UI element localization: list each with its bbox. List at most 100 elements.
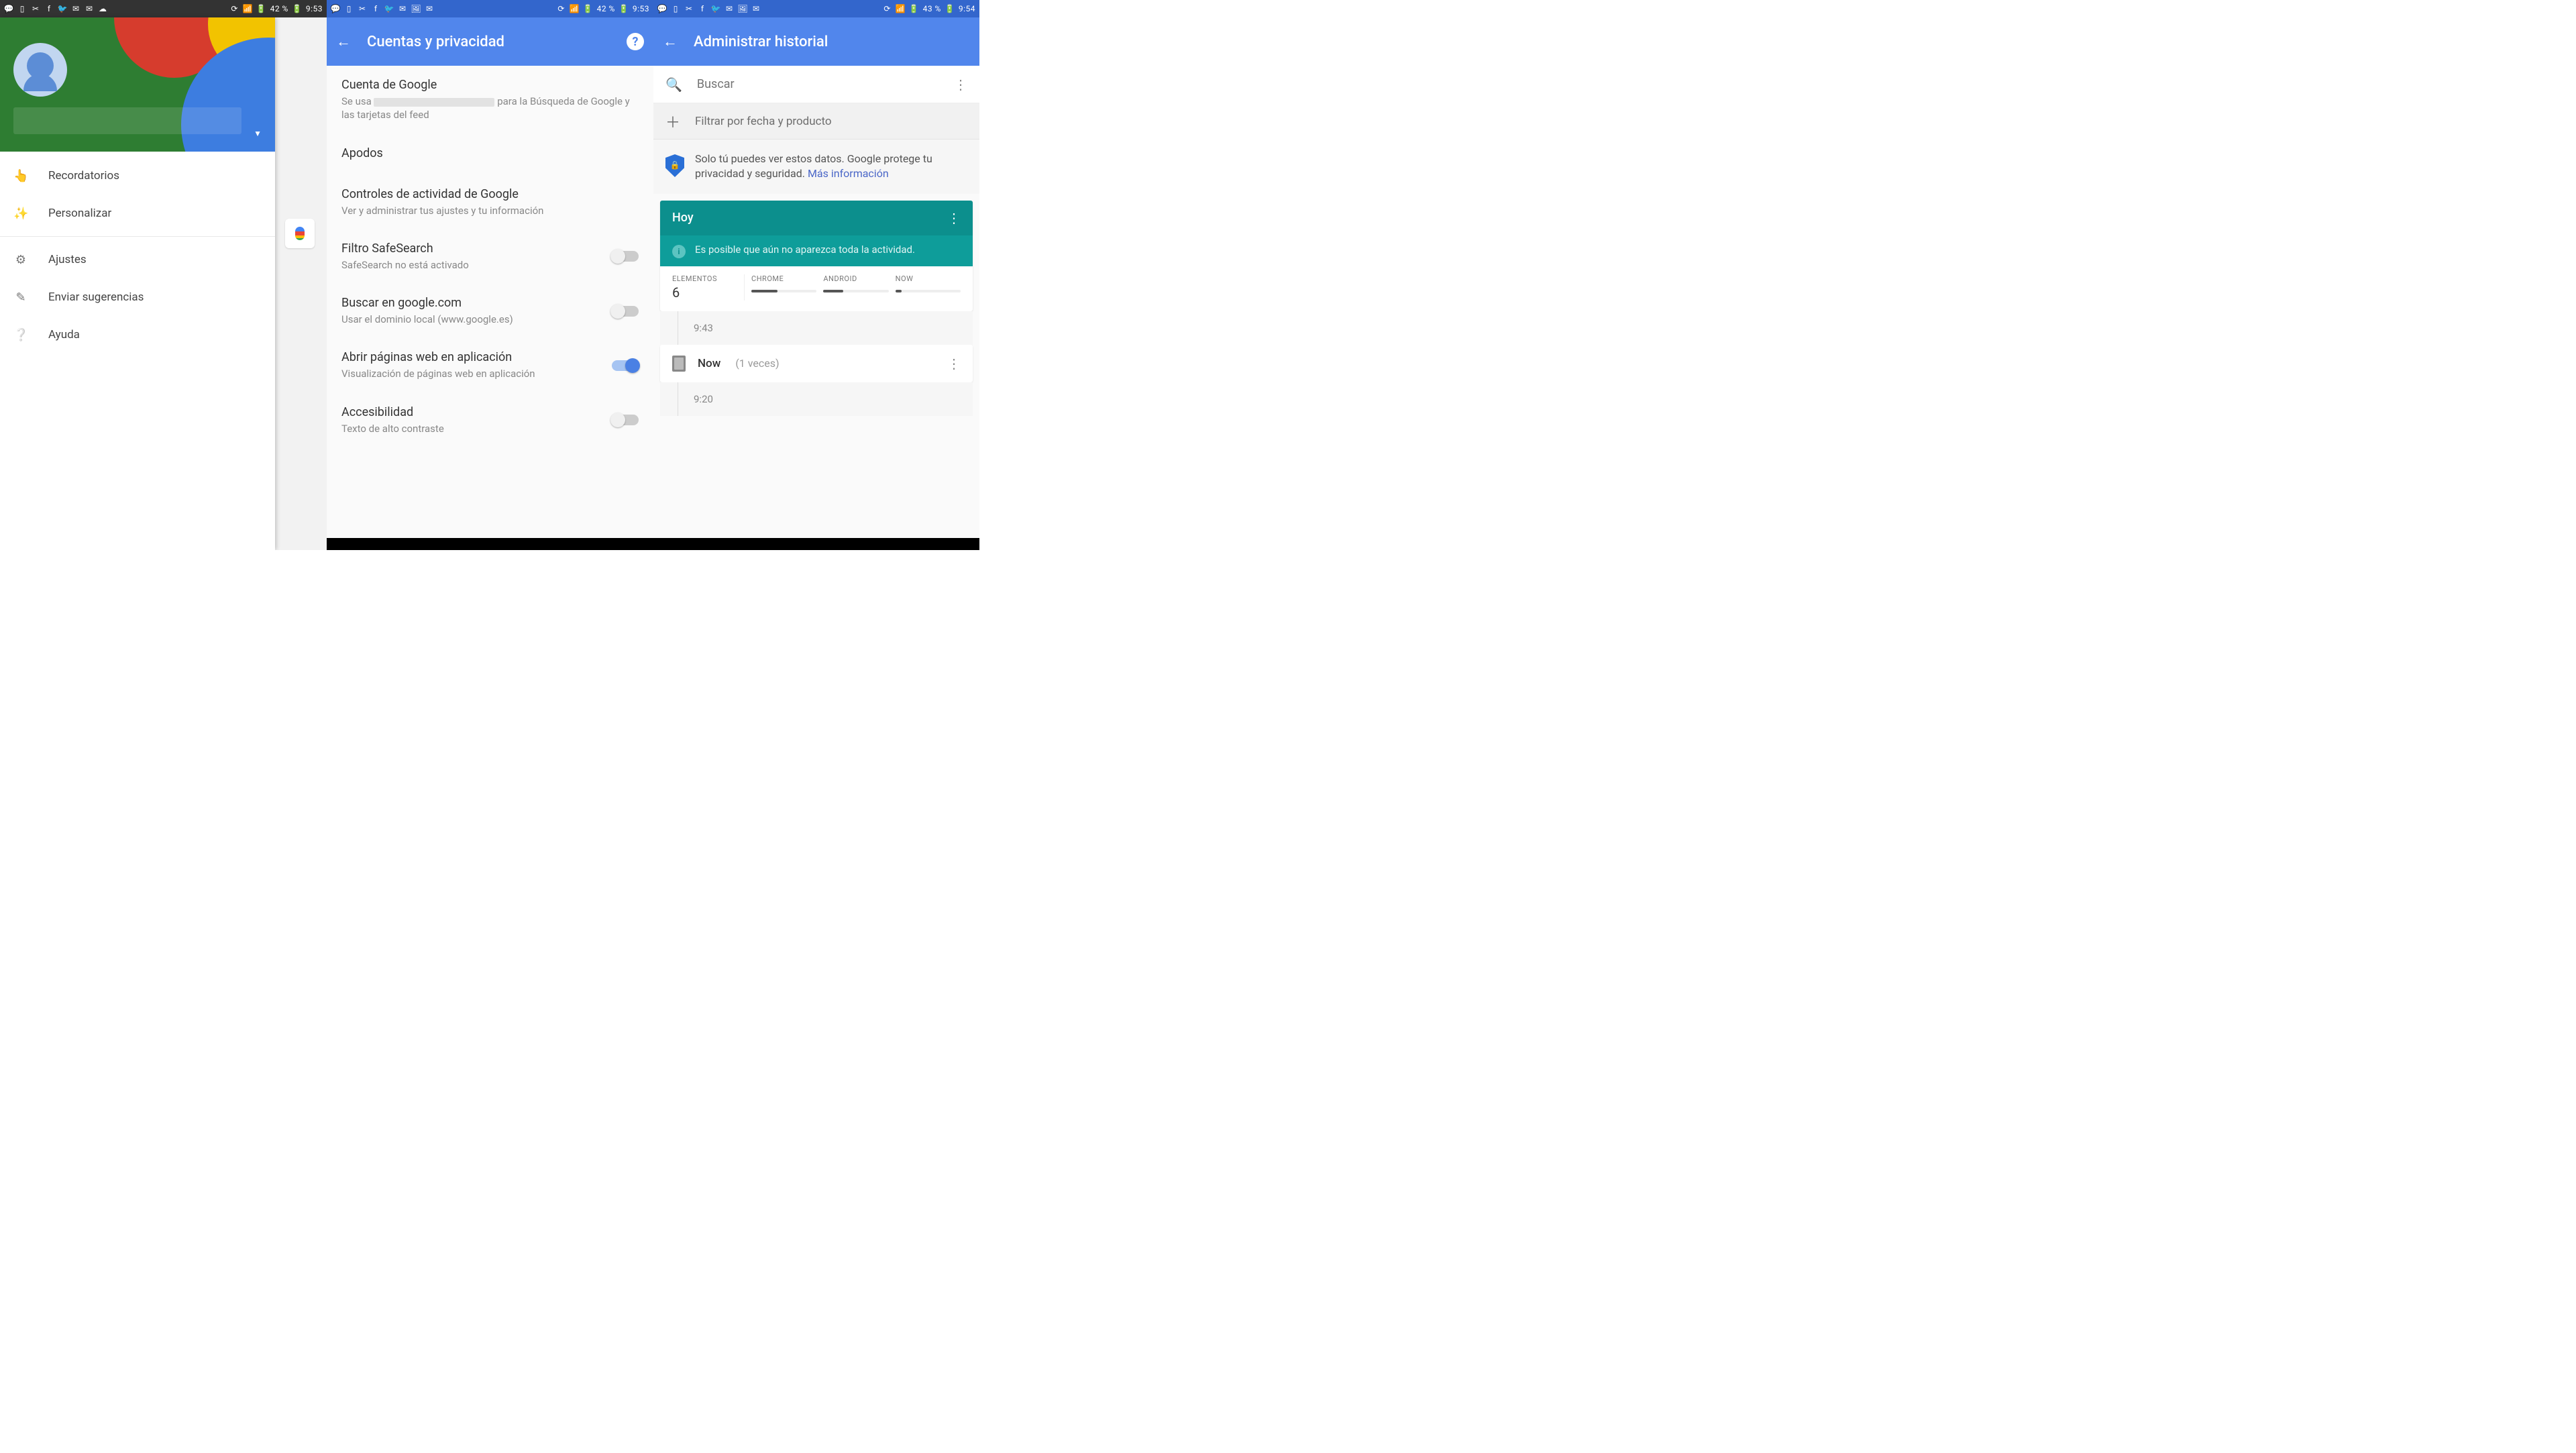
stat-android: ANDROID bbox=[823, 274, 888, 301]
drawer-item-settings[interactable]: ⚙ Ajustes bbox=[0, 241, 275, 278]
setting-search-google-com[interactable]: Buscar en google.com Usar el dominio loc… bbox=[327, 284, 653, 338]
redacted-email bbox=[374, 98, 494, 107]
status-bar: 💬 ▯ ✂ f 🐦 ✉ 🖼 ✉ ⟳ 📶 🔋 43 % 🔋 9:54 bbox=[653, 0, 979, 17]
day-card: Hoy ⋮ i Es posible que aún no aparezca t… bbox=[660, 201, 973, 311]
notification-icon: 💬 bbox=[4, 4, 13, 13]
info-icon: i bbox=[672, 245, 686, 258]
android-nav-bar[interactable] bbox=[327, 538, 653, 550]
mail-icon: ✉ bbox=[425, 4, 434, 13]
timeline-item-name: Now bbox=[698, 357, 720, 370]
notification-icon: ▯ bbox=[671, 4, 680, 13]
search-menu-icon[interactable]: ⋮ bbox=[954, 76, 967, 93]
search-input[interactable] bbox=[697, 77, 939, 91]
setting-activity-controls[interactable]: Controles de actividad de Google Ver y a… bbox=[327, 175, 653, 229]
stat-value: 6 bbox=[672, 284, 744, 301]
clock: 9:53 bbox=[306, 4, 323, 13]
app-bar: ← Cuentas y privacidad ? bbox=[327, 17, 653, 66]
screen-google-app-drawer: 💬 ▯ ✂ f 🐦 ✉ ✉ ☁ ⟳ 📶 🔋 42 % 🔋 9:53 ⋮ bbox=[0, 0, 327, 550]
stat-label: CHROME bbox=[751, 274, 816, 283]
drawer-header[interactable]: ▼ bbox=[0, 17, 275, 152]
background-content: ⋮ M-100 A-2 203 bbox=[275, 17, 327, 550]
battery-percent: 42 % bbox=[270, 4, 288, 13]
toggle-open-in-app[interactable] bbox=[612, 360, 639, 371]
image-icon: 🖼 bbox=[411, 4, 421, 13]
notification-icon: ▯ bbox=[344, 4, 354, 13]
stat-bar bbox=[896, 290, 961, 292]
pencil-icon: ✎ bbox=[13, 290, 28, 305]
account-dropdown-icon[interactable]: ▼ bbox=[254, 129, 262, 138]
clock: 9:54 bbox=[959, 4, 975, 13]
privacy-more-link[interactable]: Más información bbox=[808, 167, 889, 180]
day-note: i Es posible que aún no aparezca toda la… bbox=[660, 235, 973, 266]
wand-icon: ✨ bbox=[13, 207, 28, 221]
drawer-item-reminders[interactable]: 👆 Recordatorios bbox=[0, 157, 275, 195]
timeline-time: 9:43 bbox=[660, 311, 973, 345]
setting-nicknames[interactable]: Apodos bbox=[327, 134, 653, 175]
stat-bar bbox=[751, 290, 816, 292]
timeline-item-menu-icon[interactable]: ⋮ bbox=[947, 356, 961, 372]
drawer-item-customize[interactable]: ✨ Personalizar bbox=[0, 195, 275, 232]
help-icon[interactable]: ? bbox=[627, 33, 644, 50]
settings-list: Cuenta de Google Se usa para la Búsqueda… bbox=[327, 66, 653, 447]
plus-icon: ＋ bbox=[665, 111, 680, 132]
voice-search-button[interactable] bbox=[285, 219, 315, 248]
facebook-icon: f bbox=[698, 4, 707, 13]
setting-accessibility[interactable]: Accesibilidad Texto de alto contraste bbox=[327, 393, 653, 447]
mic-icon bbox=[295, 227, 305, 240]
status-bar: 💬 ▯ ✂ f 🐦 ✉ ✉ ☁ ⟳ 📶 🔋 42 % 🔋 9:53 bbox=[0, 0, 327, 17]
twitter-icon: 🐦 bbox=[384, 4, 394, 13]
day-stats: ELEMENTOS 6 CHROME ANDROID NOW bbox=[660, 266, 973, 311]
back-icon[interactable]: ← bbox=[336, 33, 351, 50]
setting-title: Filtro SafeSearch bbox=[341, 241, 604, 256]
toggle-search-domain[interactable] bbox=[612, 306, 639, 317]
filter-bar[interactable]: ＋ Filtrar por fecha y producto bbox=[653, 103, 979, 140]
setting-subtitle: Se usa para la Búsqueda de Google y las … bbox=[341, 95, 639, 122]
search-bar[interactable]: 🔍 ⋮ bbox=[653, 66, 979, 103]
notification-icon: ✂ bbox=[358, 4, 367, 13]
battery-icon: 🔋 bbox=[619, 4, 629, 13]
cloud-icon: ☁ bbox=[98, 4, 107, 13]
battery-icon: 🔋 bbox=[257, 4, 266, 13]
document-icon bbox=[672, 356, 686, 372]
gear-icon: ⚙ bbox=[13, 253, 28, 267]
search-icon: 🔍 bbox=[665, 76, 682, 93]
notification-icon: 💬 bbox=[331, 4, 340, 13]
timeline-item-now[interactable]: Now (1 veces) ⋮ bbox=[660, 345, 973, 382]
facebook-icon: f bbox=[44, 4, 54, 13]
filter-label: Filtrar por fecha y producto bbox=[695, 115, 832, 128]
timeline: 9:43 Now (1 veces) ⋮ 9:20 bbox=[653, 311, 979, 416]
drawer-item-feedback[interactable]: ✎ Enviar sugerencias bbox=[0, 278, 275, 316]
setting-safesearch[interactable]: Filtro SafeSearch SafeSearch no está act… bbox=[327, 229, 653, 284]
setting-title: Cuenta de Google bbox=[341, 78, 639, 92]
sync-icon: ⟳ bbox=[883, 4, 892, 13]
setting-open-in-app[interactable]: Abrir páginas web en aplicación Visualiz… bbox=[327, 338, 653, 392]
drawer-item-label: Ayuda bbox=[48, 328, 80, 341]
setting-subtitle: Texto de alto contraste bbox=[341, 422, 604, 435]
notification-icon: 💬 bbox=[657, 4, 667, 13]
setting-title: Controles de actividad de Google bbox=[341, 187, 639, 201]
setting-subtitle: Ver y administrar tus ajustes y tu infor… bbox=[341, 204, 639, 217]
twitter-icon: 🐦 bbox=[58, 4, 67, 13]
toggle-high-contrast[interactable] bbox=[612, 415, 639, 425]
screen-manage-history: 💬 ▯ ✂ f 🐦 ✉ 🖼 ✉ ⟳ 📶 🔋 43 % 🔋 9:54 ← Admi… bbox=[653, 0, 979, 550]
toggle-safesearch[interactable] bbox=[612, 251, 639, 262]
setting-title: Buscar en google.com bbox=[341, 296, 604, 310]
battery-percent: 43 % bbox=[923, 4, 941, 13]
status-bar: 💬 ▯ ✂ f 🐦 ✉ 🖼 ✉ ⟳ 📶 🔋 42 % 🔋 9:53 bbox=[327, 0, 653, 17]
mail-icon: ✉ bbox=[724, 4, 734, 13]
stat-label: NOW bbox=[896, 274, 961, 283]
account-name-redacted bbox=[13, 107, 241, 134]
battery-icon: 🔋 bbox=[292, 4, 302, 13]
android-nav-bar[interactable] bbox=[653, 538, 979, 550]
stat-chrome: CHROME bbox=[751, 274, 816, 301]
avatar[interactable] bbox=[13, 43, 67, 97]
drawer-item-help[interactable]: ❔ Ayuda bbox=[0, 316, 275, 354]
navigation-drawer: ▼ 👆 Recordatorios ✨ Personalizar ⚙ Ajust… bbox=[0, 17, 275, 550]
mail-icon: ✉ bbox=[398, 4, 407, 13]
notification-icon: ✂ bbox=[684, 4, 694, 13]
wifi-icon: 📶 bbox=[244, 4, 253, 13]
setting-google-account[interactable]: Cuenta de Google Se usa para la Búsqueda… bbox=[327, 66, 653, 134]
day-menu-icon[interactable]: ⋮ bbox=[947, 210, 961, 226]
sync-icon: ⟳ bbox=[557, 4, 566, 13]
back-icon[interactable]: ← bbox=[663, 33, 678, 50]
